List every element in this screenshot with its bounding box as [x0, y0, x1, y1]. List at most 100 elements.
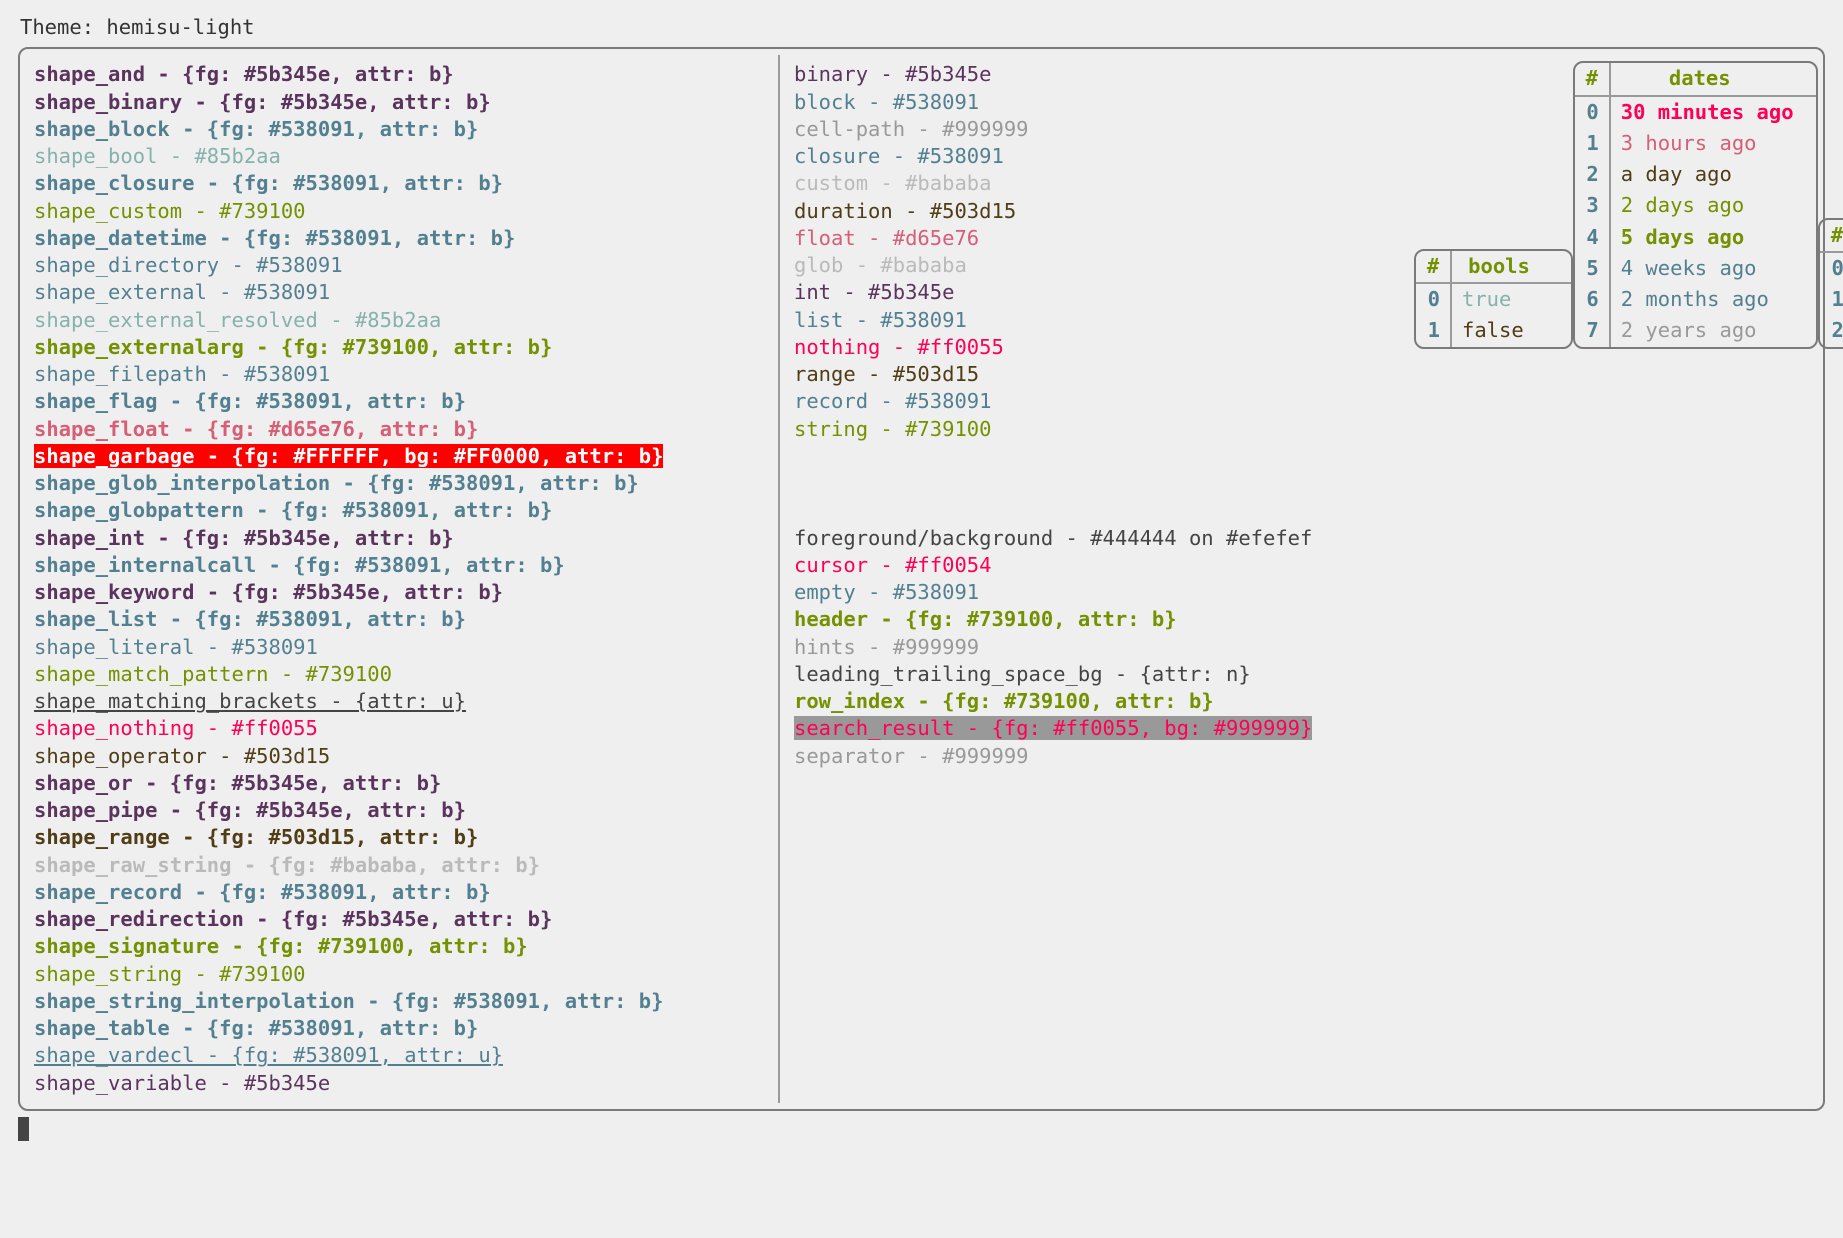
- shape-row: shape_bool - #85b2aa: [34, 143, 764, 170]
- shape-row: shape_pipe - {fg: #5b345e, attr: b}: [34, 797, 764, 824]
- shapes-column: shape_and - {fg: #5b345e, attr: b}shape_…: [20, 55, 780, 1103]
- shape-row: shape_literal - #538091: [34, 634, 764, 661]
- table-row: 2a day ago: [1575, 159, 1816, 190]
- config-row: empty - #538091: [794, 579, 1386, 606]
- col-index-header: #: [1416, 251, 1450, 282]
- config-row: search_result - {fg: #ff0055, bg: #99999…: [794, 715, 1386, 742]
- type-row: float - #d65e76: [794, 225, 1386, 252]
- row-value: true: [1450, 284, 1571, 315]
- type-row: list - #538091: [794, 307, 1386, 334]
- col-index-header: #: [1820, 220, 1843, 251]
- shape-row: shape_string_interpolation - {fg: #53809…: [34, 988, 764, 1015]
- row-index: 6: [1575, 284, 1609, 315]
- shape-row: shape_table - {fg: #538091, attr: b}: [34, 1015, 764, 1042]
- shape-row: shape_externalarg - {fg: #739100, attr: …: [34, 334, 764, 361]
- config-row: foreground/background - #444444 on #efef…: [794, 525, 1386, 552]
- shape-row: shape_and - {fg: #5b345e, attr: b}: [34, 61, 764, 88]
- shape-row: shape_globpattern - {fg: #538091, attr: …: [34, 497, 764, 524]
- row-value: 30 minutes ago: [1609, 97, 1816, 128]
- col-value-header: bools: [1450, 251, 1546, 282]
- shape-row: shape_string - #739100: [34, 961, 764, 988]
- row-value: 2 months ago: [1609, 284, 1816, 315]
- config-row: leading_trailing_space_bg - {attr: n}: [794, 661, 1386, 688]
- table-row: 54 weeks ago: [1575, 253, 1816, 284]
- main-frame: shape_and - {fg: #5b345e, attr: b}shape_…: [18, 47, 1825, 1111]
- type-row: glob - #bababa: [794, 252, 1386, 279]
- filesizes-table: #filesizes0 0 B1488.3 KiB 2976.6 KiB: [1818, 218, 1843, 349]
- shape-row: shape_operator - #503d15: [34, 743, 764, 770]
- shape-row: shape_custom - #739100: [34, 198, 764, 225]
- shape-row: shape_internalcall - {fg: #538091, attr:…: [34, 552, 764, 579]
- type-row: string - #739100: [794, 416, 1386, 443]
- shape-row: shape_keyword - {fg: #5b345e, attr: b}: [34, 579, 764, 606]
- shape-row: shape_range - {fg: #503d15, attr: b}: [34, 824, 764, 851]
- type-row: block - #538091: [794, 89, 1386, 116]
- table-row: 1488.3 KiB: [1820, 284, 1843, 315]
- config-row: row_index - {fg: #739100, attr: b}: [794, 688, 1386, 715]
- row-value: 2 days ago: [1609, 190, 1816, 221]
- row-index: 1: [1416, 315, 1450, 346]
- shape-row: shape_closure - {fg: #538091, attr: b}: [34, 170, 764, 197]
- config-row: cursor - #ff0054: [794, 552, 1386, 579]
- row-index: 1: [1575, 128, 1609, 159]
- row-index: 0: [1820, 253, 1843, 284]
- shape-row: shape_binary - {fg: #5b345e, attr: b}: [34, 89, 764, 116]
- shape-row: shape_record - {fg: #538091, attr: b}: [34, 879, 764, 906]
- row-index: 4: [1575, 222, 1609, 253]
- table-row: 0 0 B: [1820, 253, 1843, 284]
- shape-row: shape_variable - #5b345e: [34, 1070, 764, 1097]
- shape-row: shape_signature - {fg: #739100, attr: b}: [34, 933, 764, 960]
- shape-row: shape_float - {fg: #d65e76, attr: b}: [34, 416, 764, 443]
- shape-row: shape_block - {fg: #538091, attr: b}: [34, 116, 764, 143]
- shape-row: shape_matching_brackets - {attr: u}: [34, 688, 764, 715]
- shape-row: shape_vardecl - {fg: #538091, attr: u}: [34, 1042, 764, 1069]
- type-row: cell-path - #999999: [794, 116, 1386, 143]
- row-value: a day ago: [1609, 159, 1816, 190]
- table-row: 62 months ago: [1575, 284, 1816, 315]
- row-index: 0: [1575, 97, 1609, 128]
- table-row: 2976.6 KiB: [1820, 315, 1843, 346]
- row-value: 3 hours ago: [1609, 128, 1816, 159]
- table-row: 0true: [1416, 284, 1571, 315]
- row-index: 2: [1575, 159, 1609, 190]
- table-row: 1false: [1416, 315, 1571, 346]
- row-index: 3: [1575, 190, 1609, 221]
- shape-row: shape_match_pattern - #739100: [34, 661, 764, 688]
- shape-row: shape_flag - {fg: #538091, attr: b}: [34, 388, 764, 415]
- shape-row: shape_int - {fg: #5b345e, attr: b}: [34, 525, 764, 552]
- types-column: binary - #5b345eblock - #538091cell-path…: [780, 55, 1400, 1103]
- shape-row: shape_redirection - {fg: #5b345e, attr: …: [34, 906, 764, 933]
- config-row: hints - #999999: [794, 634, 1386, 661]
- row-index: 5: [1575, 253, 1609, 284]
- shape-row: shape_raw_string - {fg: #bababa, attr: b…: [34, 852, 764, 879]
- theme-label: Theme: hemisu-light: [20, 14, 1825, 41]
- config-row: separator - #999999: [794, 743, 1386, 770]
- type-row: nothing - #ff0055: [794, 334, 1386, 361]
- config-row: header - {fg: #739100, attr: b}: [794, 606, 1386, 633]
- row-value: 4 weeks ago: [1609, 253, 1816, 284]
- type-row: duration - #503d15: [794, 198, 1386, 225]
- col-index-header: #: [1575, 63, 1609, 94]
- dates-table: #dates030 minutes ago 13 hours ago 2a da…: [1573, 61, 1818, 348]
- row-index: 2: [1820, 315, 1843, 346]
- row-index: 7: [1575, 315, 1609, 346]
- type-row: closure - #538091: [794, 143, 1386, 170]
- row-value: 5 days ago: [1609, 222, 1816, 253]
- row-value: 2 years ago: [1609, 315, 1816, 346]
- type-row: custom - #bababa: [794, 170, 1386, 197]
- shape-row: shape_glob_interpolation - {fg: #538091,…: [34, 470, 764, 497]
- shape-row: shape_external - #538091: [34, 279, 764, 306]
- row-value: false: [1450, 315, 1571, 346]
- table-row: 030 minutes ago: [1575, 97, 1816, 128]
- table-row: 45 days ago: [1575, 222, 1816, 253]
- bools-table: #bools0true 1false: [1414, 249, 1573, 349]
- row-index: 1: [1820, 284, 1843, 315]
- type-row: int - #5b345e: [794, 279, 1386, 306]
- type-row: binary - #5b345e: [794, 61, 1386, 88]
- shape-row: shape_nothing - #ff0055: [34, 715, 764, 742]
- shape-row: shape_datetime - {fg: #538091, attr: b}: [34, 225, 764, 252]
- shape-row: shape_garbage - {fg: #FFFFFF, bg: #FF000…: [34, 443, 764, 470]
- tables-column: #bools0true 1false #dates030 minutes ago…: [1400, 55, 1843, 1103]
- shape-row: shape_external_resolved - #85b2aa: [34, 307, 764, 334]
- cursor: [18, 1117, 29, 1141]
